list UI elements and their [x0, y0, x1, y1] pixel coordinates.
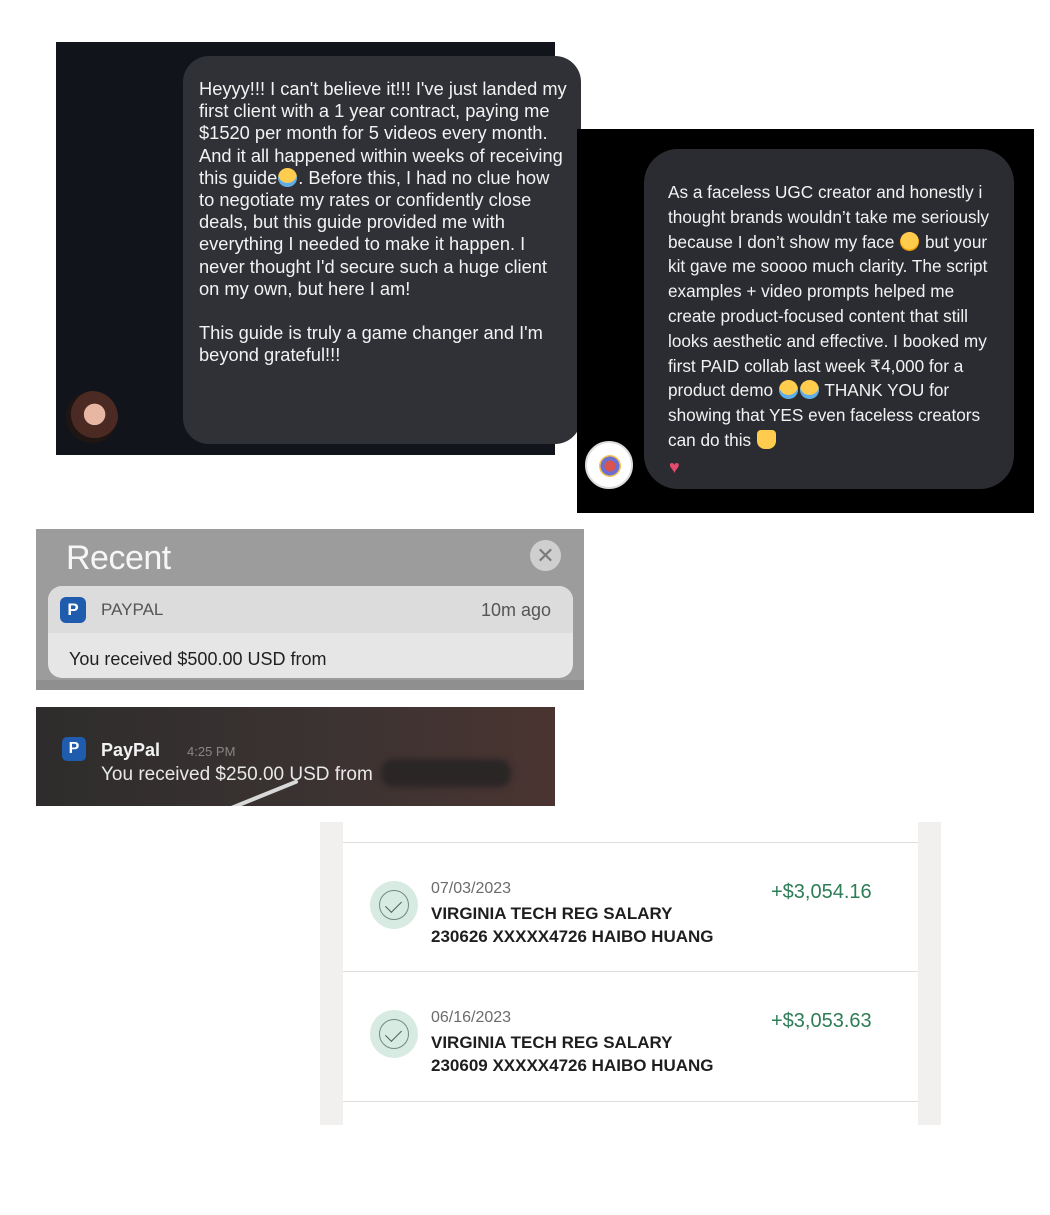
transaction-row[interactable]: 07/03/2023 VIRGINIA TECH REG SALARY 2306… — [343, 843, 918, 971]
heart-emoji-icon: ♥ — [669, 456, 680, 477]
description-line-1: VIRGINIA TECH REG SALARY — [431, 904, 673, 923]
description-line-2: 230626 XXXXX4726 HAIBO HUANG — [431, 927, 714, 946]
notification-header: P PAYPAL 10m ago — [48, 586, 573, 633]
transaction-amount: +$3,053.63 — [771, 1010, 872, 1032]
description-line-2: 230609 XXXXX4726 HAIBO HUANG — [431, 1056, 714, 1075]
notification-time: 4:25 PM — [187, 744, 236, 759]
transaction-description: VIRGINIA TECH REG SALARY 230626 XXXXX472… — [431, 902, 761, 948]
paypal-logo-icon: P — [60, 597, 86, 623]
bank-transactions: 07/03/2023 VIRGINIA TECH REG SALARY 2306… — [320, 822, 941, 1125]
description-line-1: VIRGINIA TECH REG SALARY — [431, 1033, 673, 1052]
message-bubble: Heyyy!!! I can't believe it!!! I've just… — [183, 56, 581, 444]
raising-hands-emoji-icon — [756, 429, 776, 449]
message-paragraph-1: Heyyy!!! I can't believe it!!! I've just… — [199, 78, 567, 300]
message-paragraph: As a faceless UGC creator and honestly i… — [668, 180, 1002, 478]
message-paragraph-2: This guide is truly a game changer and I… — [199, 322, 543, 366]
transaction-row[interactable]: 06/16/2023 VIRGINIA TECH REG SALARY 2306… — [343, 972, 918, 1100]
notification-heading: Recent — [66, 539, 171, 577]
lockscreen-notification[interactable]: P PayPal 4:25 PM You received $250.00 US… — [36, 707, 555, 806]
transaction-date: 06/16/2023 — [431, 1009, 512, 1026]
notification-app-name: PayPal — [101, 740, 161, 760]
notification-time: 10m ago — [480, 600, 551, 620]
transaction-amount: +$3,054.16 — [771, 881, 872, 903]
notification-app-name: PAYPAL — [101, 600, 164, 619]
crying-face-emoji-icon — [778, 380, 798, 400]
check-circle-icon — [370, 1010, 418, 1058]
message-text: but your kit gave me soooo much clarity.… — [668, 231, 988, 401]
transaction-list: 07/03/2023 VIRGINIA TECH REG SALARY 2306… — [343, 822, 918, 1125]
redaction-smudge — [381, 759, 511, 787]
next-notification-edge — [36, 680, 584, 690]
avatar[interactable] — [66, 391, 118, 443]
transaction-date: 07/03/2023 — [431, 880, 512, 897]
paypal-logo-icon: P — [62, 737, 86, 761]
testimonial-chat-1: Heyyy!!! I can't believe it!!! I've just… — [56, 42, 581, 455]
crying-face-emoji-icon — [278, 167, 298, 187]
notification-message: You received $250.00 USD from — [101, 764, 373, 785]
testimonial-chat-2: As a faceless UGC creator and honestly i… — [577, 129, 1034, 513]
divider — [343, 1101, 918, 1102]
notification-message: You received $500.00 USD from — [69, 649, 327, 669]
transaction-description: VIRGINIA TECH REG SALARY 230609 XXXXX472… — [431, 1031, 761, 1077]
paypal-notification[interactable]: P PAYPAL 10m ago You received $500.00 US… — [48, 586, 573, 678]
sad-face-emoji-icon — [900, 231, 920, 251]
avatar[interactable] — [585, 441, 633, 489]
check-circle-icon — [370, 881, 418, 929]
notification-center: Recent ✕ P PAYPAL 10m ago You received $… — [36, 529, 584, 690]
close-icon[interactable]: ✕ — [530, 540, 561, 571]
message-bubble: As a faceless UGC creator and honestly i… — [644, 149, 1014, 489]
crying-face-emoji-icon — [799, 380, 819, 400]
